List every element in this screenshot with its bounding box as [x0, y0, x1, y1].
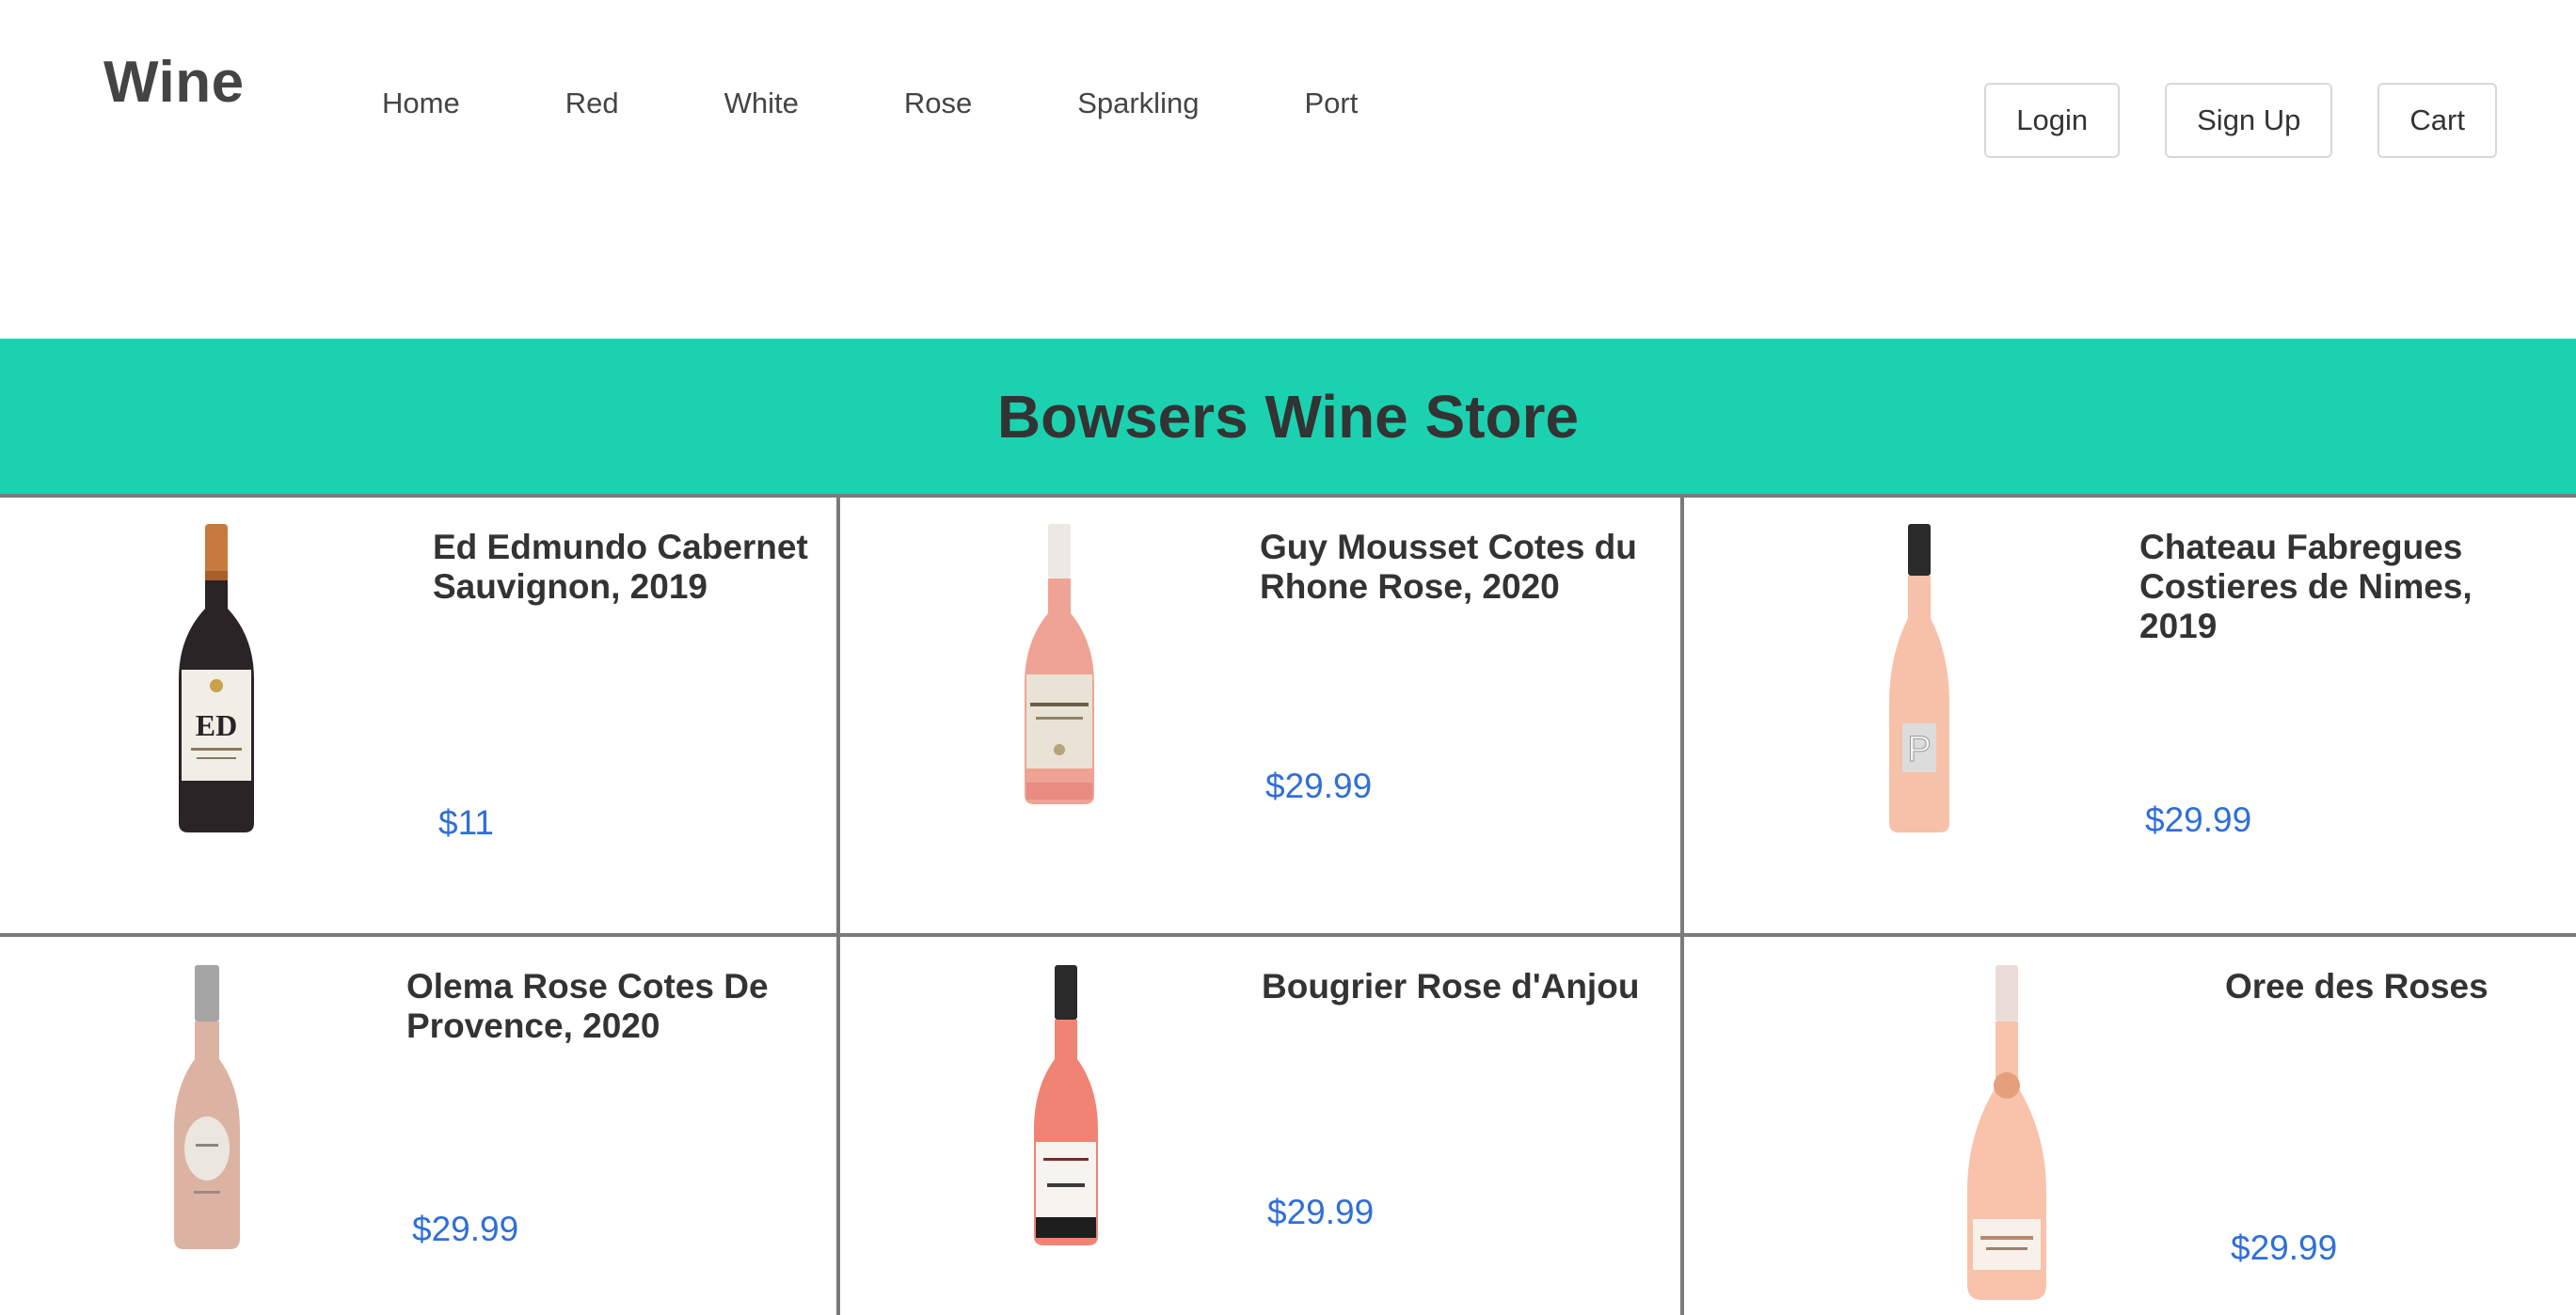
site-logo[interactable]: Wine: [103, 49, 245, 116]
nav-home[interactable]: Home: [382, 87, 460, 120]
site-header: Wine Home Red White Rose Sparkling Port …: [0, 0, 2576, 339]
nav-red[interactable]: Red: [565, 87, 619, 120]
product-price[interactable]: $29.99: [1267, 1193, 1374, 1232]
nav-rose[interactable]: Rose: [904, 87, 972, 120]
wine-bottle-image[interactable]: [1017, 524, 1102, 806]
login-button[interactable]: Login: [1984, 83, 2121, 158]
hero-banner: Bowsers Wine Store: [0, 339, 2576, 494]
nav-white[interactable]: White: [724, 87, 799, 120]
product-grid: ED Ed Edmundo Cabernet Sauvignon, 2019 $…: [0, 494, 2576, 1315]
product-card[interactable]: P Chateau Fabregues Costieres de Nimes, …: [1684, 494, 2576, 933]
product-card[interactable]: ED Ed Edmundo Cabernet Sauvignon, 2019 $…: [0, 494, 840, 933]
product-card[interactable]: Olema Rose Cotes De Provence, 2020 $29.9…: [0, 933, 840, 1315]
product-name[interactable]: Ed Edmundo Cabernet Sauvignon, 2019: [433, 528, 828, 607]
signup-button[interactable]: Sign Up: [2165, 83, 2333, 158]
product-price[interactable]: $29.99: [412, 1210, 518, 1249]
wine-bottle-image[interactable]: [1028, 965, 1104, 1247]
wine-bottle-image[interactable]: P: [1882, 524, 1957, 834]
product-name[interactable]: Oree des Roses: [2225, 967, 2564, 1006]
product-price[interactable]: $11: [438, 803, 494, 843]
cart-button[interactable]: Cart: [2377, 83, 2497, 158]
product-card[interactable]: Oree des Roses $29.99: [1684, 933, 2576, 1315]
auth-buttons: Login Sign Up Cart: [1984, 83, 2497, 158]
product-card[interactable]: Guy Mousset Cotes du Rhone Rose, 2020 $2…: [840, 494, 1684, 933]
wine-bottle-image[interactable]: [1960, 965, 2054, 1304]
nav-port[interactable]: Port: [1304, 87, 1358, 120]
product-name[interactable]: Chateau Fabregues Costieres de Nimes, 20…: [2139, 528, 2553, 646]
product-price[interactable]: $29.99: [2231, 1228, 2337, 1268]
bottle-label-p: P: [1907, 730, 1931, 769]
wine-bottle-image[interactable]: [169, 965, 245, 1252]
nav-sparkling[interactable]: Sparkling: [1077, 87, 1199, 120]
product-name[interactable]: Bougrier Rose d'Anjou: [1262, 967, 1676, 1006]
product-card[interactable]: Bougrier Rose d'Anjou $29.99: [840, 933, 1684, 1315]
product-price[interactable]: $29.99: [1265, 767, 1372, 806]
bottle-label-ed: ED: [196, 708, 237, 742]
product-price[interactable]: $29.99: [2145, 800, 2251, 840]
main-nav: Home Red White Rose Sparkling Port: [382, 87, 1358, 120]
product-name[interactable]: Guy Mousset Cotes du Rhone Rose, 2020: [1260, 528, 1674, 607]
product-name[interactable]: Olema Rose Cotes De Provence, 2020: [406, 967, 830, 1046]
wine-bottle-image[interactable]: ED: [174, 524, 259, 834]
store-title: Bowsers Wine Store: [996, 382, 1580, 451]
